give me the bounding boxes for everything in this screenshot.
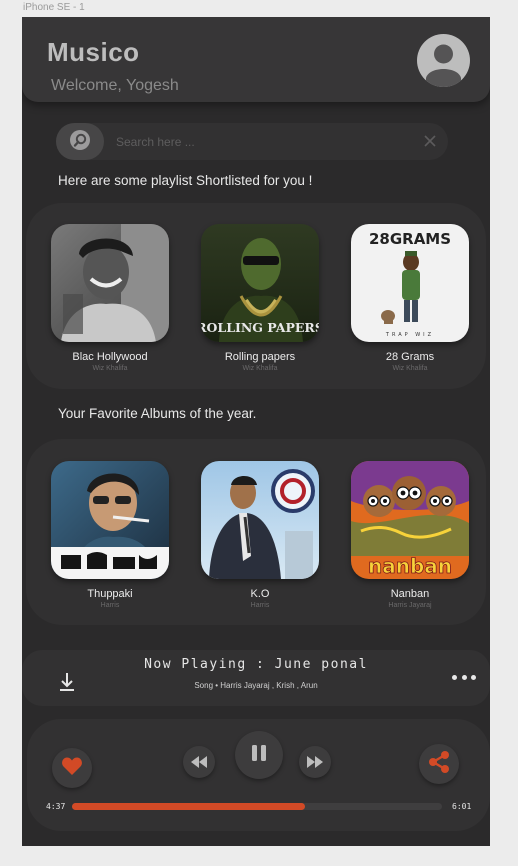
albums-heading: Your Favorite Albums of the year.	[58, 406, 257, 421]
welcome-text: Welcome, Yogesh	[51, 77, 179, 94]
card-artist: Wiz Khalifa	[392, 365, 428, 372]
progress-slider[interactable]	[72, 803, 442, 810]
card-title: Thuppaki	[87, 588, 133, 600]
progress-fill	[72, 803, 306, 810]
album-cover-image	[51, 461, 169, 579]
pause-icon	[250, 744, 268, 766]
previous-button[interactable]	[183, 746, 215, 778]
albums-row: Thuppaki Harris K.O Harris nanban Nanban…	[26, 439, 486, 625]
frame-label: iPhone SE - 1	[23, 2, 85, 13]
playlist-card[interactable]: Blac Hollywood Wiz Khalifa	[50, 224, 170, 372]
now-playing-title: Now Playing : June ponal	[144, 657, 368, 672]
card-title: Nanban	[390, 588, 430, 600]
card-artist: Wiz Khalifa	[242, 365, 278, 372]
user-avatar-icon[interactable]	[417, 34, 470, 87]
playlists-row: Blac Hollywood Wiz Khalifa ROLLING PAPER…	[26, 203, 486, 389]
card-title: Blac Hollywood	[72, 351, 148, 363]
next-button[interactable]	[299, 746, 331, 778]
card-artist: Harris Jayaraj	[388, 602, 432, 609]
cover-text: TRAP WIZ	[385, 332, 434, 338]
more-options-icon[interactable]	[452, 670, 476, 684]
app-title: Musico	[47, 37, 140, 67]
card-artist: Harris	[100, 602, 120, 609]
cover-text: 28GRAMS	[369, 230, 451, 248]
album-cover-image: nanban	[351, 461, 469, 579]
card-title: K.O	[250, 588, 270, 600]
like-button[interactable]	[52, 748, 92, 788]
card-title: Rolling papers	[224, 351, 296, 363]
clear-search-button[interactable]	[420, 131, 440, 151]
album-cover-image: 28GRAMS TRAP WIZ	[351, 224, 469, 342]
share-icon	[428, 751, 450, 777]
pause-button[interactable]	[235, 731, 283, 779]
close-icon	[424, 132, 436, 151]
search-input[interactable]	[114, 131, 408, 153]
playlists-heading: Here are some playlist Shortlisted for y…	[58, 173, 313, 188]
now-playing-bar: Now Playing : June ponal Song • Harris J…	[22, 650, 490, 706]
album-cover-image	[51, 224, 169, 342]
rewind-icon	[190, 753, 208, 772]
playlist-card[interactable]: ROLLING PAPERS Rolling papers Wiz Khalif…	[200, 224, 320, 372]
album-card[interactable]: K.O Harris	[200, 461, 320, 609]
search-button[interactable]	[56, 123, 104, 160]
now-playing-subtitle: Song • Harris Jayaraj , Krish , Arun	[194, 681, 318, 690]
search-bar	[56, 123, 448, 160]
fast-forward-icon	[306, 753, 324, 772]
heart-icon	[61, 756, 83, 780]
cover-text: ROLLING PAPERS	[201, 320, 319, 335]
share-button[interactable]	[419, 744, 459, 784]
app-header: Musico Welcome, Yogesh	[22, 17, 490, 102]
playlist-card[interactable]: 28GRAMS TRAP WIZ 28 Grams Wiz Khalifa	[350, 224, 470, 372]
album-cover-image: ROLLING PAPERS	[201, 224, 319, 342]
album-cover-image	[201, 461, 319, 579]
elapsed-time: 4:37	[46, 802, 66, 811]
card-artist: Wiz Khalifa	[92, 365, 128, 372]
app-screen: Musico Welcome, Yogesh Search here ... H…	[22, 17, 490, 846]
card-title: 28 Grams	[385, 351, 435, 363]
album-card[interactable]: nanban Nanban Harris Jayaraj	[350, 461, 470, 609]
total-duration: 6:01	[452, 802, 472, 811]
search-icon	[69, 129, 91, 155]
album-card[interactable]: Thuppaki Harris	[50, 461, 170, 609]
card-artist: Harris	[250, 602, 270, 609]
cover-text: nanban	[368, 554, 452, 578]
